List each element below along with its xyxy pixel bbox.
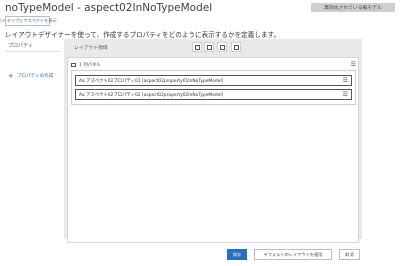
page-title: noTypeModel - aspect02InNoTypeModel bbox=[5, 2, 213, 14]
property-label: Aa アスペクト02プロパティ01 [aspect02property01InN… bbox=[79, 78, 224, 84]
add-property-label: プロパティの作成 bbox=[16, 74, 54, 79]
three-column-icon[interactable] bbox=[217, 42, 227, 52]
panel-header[interactable]: 1 列パネル ☰ bbox=[71, 60, 356, 69]
drag-handle-icon[interactable]: ☰ bbox=[343, 77, 348, 84]
panel-icon bbox=[71, 62, 76, 67]
layout-area-label: レイアウト領域 bbox=[74, 46, 108, 51]
drag-handle-icon[interactable]: ☰ bbox=[351, 61, 356, 68]
property-label: Aa アスペクト02プロパティ02 [aspect02property02InN… bbox=[79, 92, 224, 98]
page-description: レイアウトデザイナーを使って、作成するプロパティをどのように表示するかを定義しま… bbox=[5, 31, 281, 39]
properties-header: プロパティ bbox=[5, 39, 60, 52]
cancel-button[interactable]: 取消 bbox=[339, 249, 360, 260]
property-row[interactable]: Aa アスペクト02プロパティ01 [aspect02property01InN… bbox=[75, 75, 352, 86]
plus-icon: + bbox=[8, 72, 14, 80]
drag-handle-icon[interactable]: ☰ bbox=[343, 91, 348, 98]
add-property-button[interactable]: + プロパティの作成 bbox=[8, 72, 53, 80]
save-button[interactable]: 保存 bbox=[227, 249, 247, 260]
property-row[interactable]: Aa アスペクト02プロパティ02 [aspect02property02InN… bbox=[75, 89, 352, 100]
status-badge: 無効化されている戦モデル bbox=[311, 3, 395, 12]
properties-panel bbox=[5, 39, 60, 250]
single-column-icon[interactable] bbox=[192, 42, 202, 52]
two-column-icon[interactable] bbox=[204, 42, 214, 52]
four-column-icon[interactable] bbox=[231, 42, 241, 52]
panel-title: 1 列パネル bbox=[79, 62, 101, 68]
apply-default-layout-button[interactable]: デフォルトのレイアウトを適用 bbox=[254, 249, 332, 260]
show-types-button[interactable]: << タイプとアスペクトを表示 bbox=[0, 16, 57, 26]
